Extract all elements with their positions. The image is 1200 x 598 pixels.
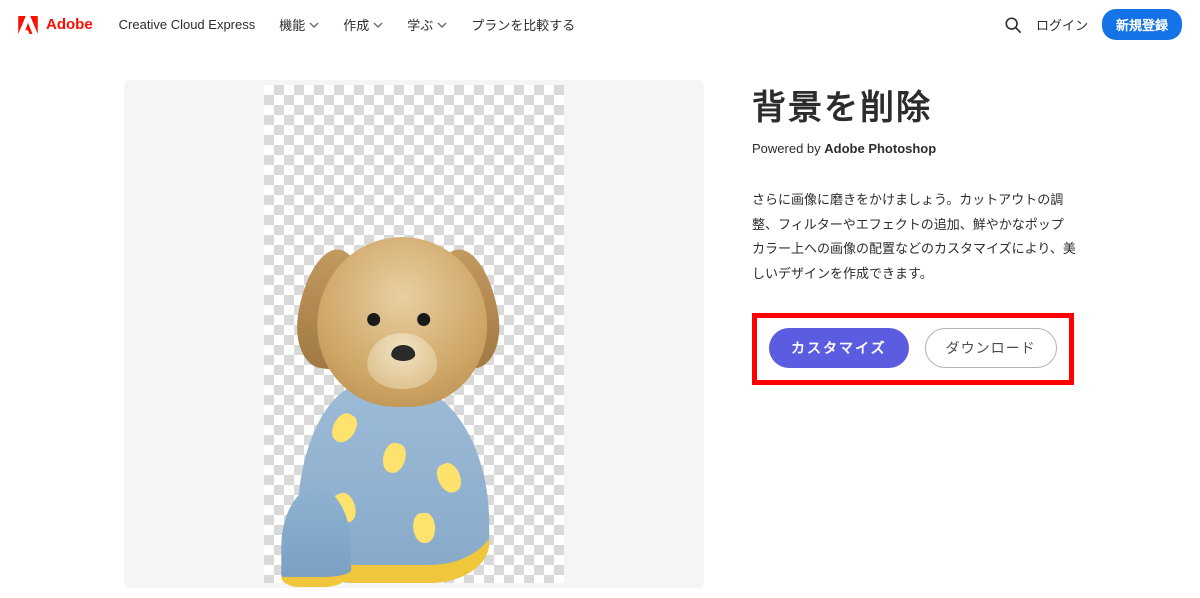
nav-label: 作成 <box>343 15 369 34</box>
nav-learn[interactable]: 学ぶ <box>407 15 447 34</box>
main: 背景を削除 Powered by Adobe Photoshop さらに画像に磨… <box>0 50 1200 588</box>
customize-button[interactable]: カスタマイズ <box>769 328 909 368</box>
signup-button[interactable]: 新規登録 <box>1102 9 1182 40</box>
header: Adobe Creative Cloud Express 機能 作成 学ぶ プラ… <box>0 0 1200 50</box>
nav-creative-cloud-express[interactable]: Creative Cloud Express <box>119 17 256 32</box>
actions-row: カスタマイズ ダウンロード <box>769 328 1057 368</box>
search-icon[interactable] <box>1004 16 1022 34</box>
download-button[interactable]: ダウンロード <box>925 328 1057 368</box>
preview-card <box>124 80 704 588</box>
nav-label: Creative Cloud Express <box>119 17 256 32</box>
description-text: さらに画像に磨きをかけましょう。カットアウトの調整、フィルターやエフェクトの追加… <box>752 188 1076 287</box>
nav: Creative Cloud Express 機能 作成 学ぶ プランを比較する <box>119 15 576 34</box>
header-left: Adobe Creative Cloud Express 機能 作成 学ぶ プラ… <box>18 15 575 34</box>
nav-features[interactable]: 機能 <box>279 15 319 34</box>
powered-by-prefix: Powered by <box>752 141 824 156</box>
powered-by-line: Powered by Adobe Photoshop <box>752 141 1076 156</box>
adobe-brand-text: Adobe <box>46 16 93 33</box>
chevron-down-icon <box>437 20 447 30</box>
chevron-down-icon <box>373 20 383 30</box>
header-right: ログイン 新規登録 <box>1004 9 1182 40</box>
powered-by-product: Adobe Photoshop <box>824 141 936 156</box>
adobe-logo-wrap[interactable]: Adobe <box>18 16 93 34</box>
login-link[interactable]: ログイン <box>1036 15 1088 34</box>
nav-label: プランを比較する <box>471 15 575 34</box>
nav-label: 学ぶ <box>407 15 433 34</box>
nav-compare-plans[interactable]: プランを比較する <box>471 15 575 34</box>
page-title: 背景を削除 <box>752 80 1076 129</box>
adobe-logo-icon <box>18 16 38 34</box>
cutout-dog-image <box>263 223 523 583</box>
preview-transparent-canvas <box>264 85 564 583</box>
nav-create[interactable]: 作成 <box>343 15 383 34</box>
actions-highlight-box: カスタマイズ ダウンロード <box>752 313 1074 385</box>
chevron-down-icon <box>309 20 319 30</box>
info-panel: 背景を削除 Powered by Adobe Photoshop さらに画像に磨… <box>752 80 1076 385</box>
nav-label: 機能 <box>279 15 305 34</box>
